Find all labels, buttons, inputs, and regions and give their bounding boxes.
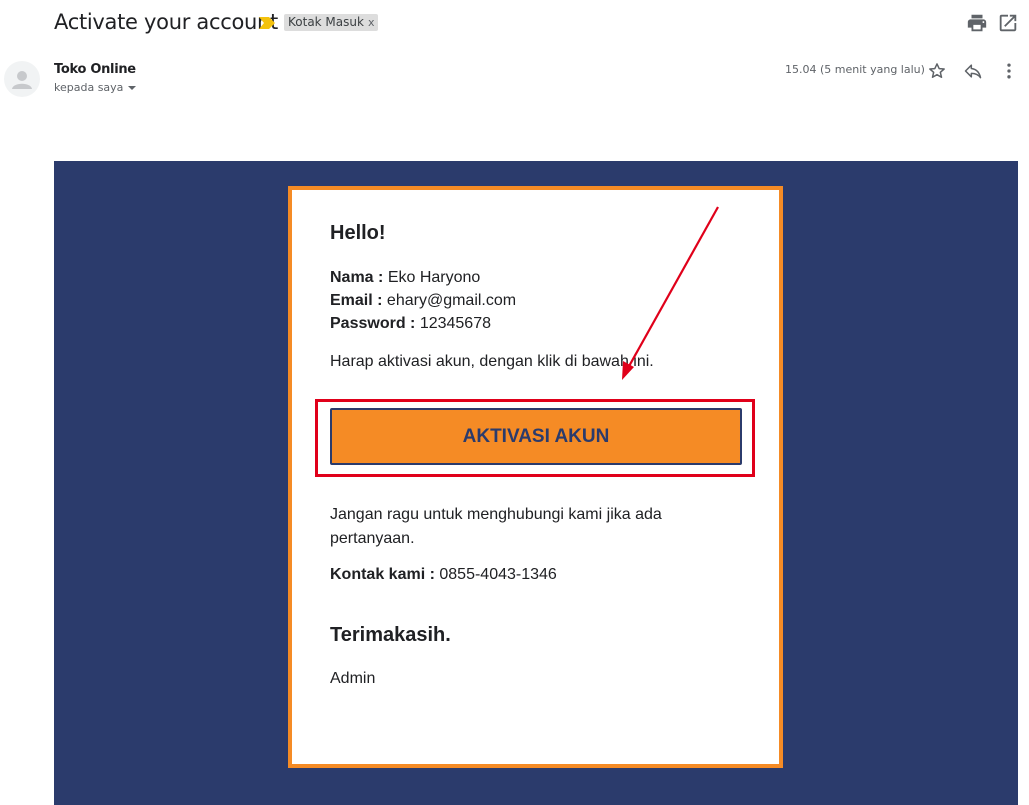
label-chip-inbox: Kotak Masuk x — [284, 14, 379, 31]
activation-instruction: Harap aktivasi akun, dengan klik di bawa… — [330, 353, 654, 370]
field-value: Eko Haryono — [387, 269, 481, 286]
annotation-highlight-box — [315, 399, 755, 477]
field-nama: Nama : Eko Haryono — [330, 266, 516, 289]
field-value: ehary@gmail.com — [386, 292, 517, 309]
contact-info: Kontak kami : 0855-4043-1346 — [330, 566, 557, 584]
signature: Admin — [330, 670, 376, 687]
sender-avatar[interactable] — [4, 61, 40, 97]
label-chip-text: Kotak Masuk — [288, 15, 364, 29]
recipient-line[interactable]: kepada saya — [54, 81, 137, 94]
field-email: Email : ehary@gmail.com — [330, 289, 516, 312]
email-subject: Activate your account — [54, 10, 278, 34]
contact-phone: 0855-4043-1346 — [439, 566, 557, 583]
sender-name[interactable]: Toko Online — [54, 62, 136, 77]
recipient-details-caret-icon[interactable] — [128, 86, 137, 90]
field-label: Email : — [330, 292, 383, 309]
email-card: Hello! Nama : Eko Haryono Email : ehary@… — [288, 186, 783, 768]
reply-icon[interactable] — [963, 61, 983, 81]
more-vert-icon[interactable] — [999, 61, 1019, 81]
open-in-new-window-icon[interactable] — [997, 12, 1019, 34]
importance-marker-icon[interactable] — [259, 17, 275, 29]
recipient-text: kepada saya — [54, 81, 124, 94]
person-icon — [12, 71, 32, 89]
contact-label: Kontak kami : — [330, 566, 435, 583]
field-label: Nama : — [330, 269, 384, 286]
message-timestamp: 15.04 (5 menit yang lalu) — [785, 63, 925, 76]
remove-label-button[interactable]: x — [368, 16, 375, 29]
field-label: Password : — [330, 315, 416, 332]
thanks-heading: Terimakasih. — [330, 624, 451, 646]
contact-note: Jangan ragu untuk menghubungi kami jika … — [330, 506, 662, 547]
print-icon[interactable] — [966, 12, 988, 34]
account-details: Nama : Eko Haryono Email : ehary@gmail.c… — [330, 266, 516, 335]
field-password: Password : 12345678 — [330, 312, 516, 335]
field-value: 12345678 — [419, 315, 491, 332]
greeting: Hello! — [330, 222, 386, 244]
star-icon[interactable] — [927, 61, 947, 81]
